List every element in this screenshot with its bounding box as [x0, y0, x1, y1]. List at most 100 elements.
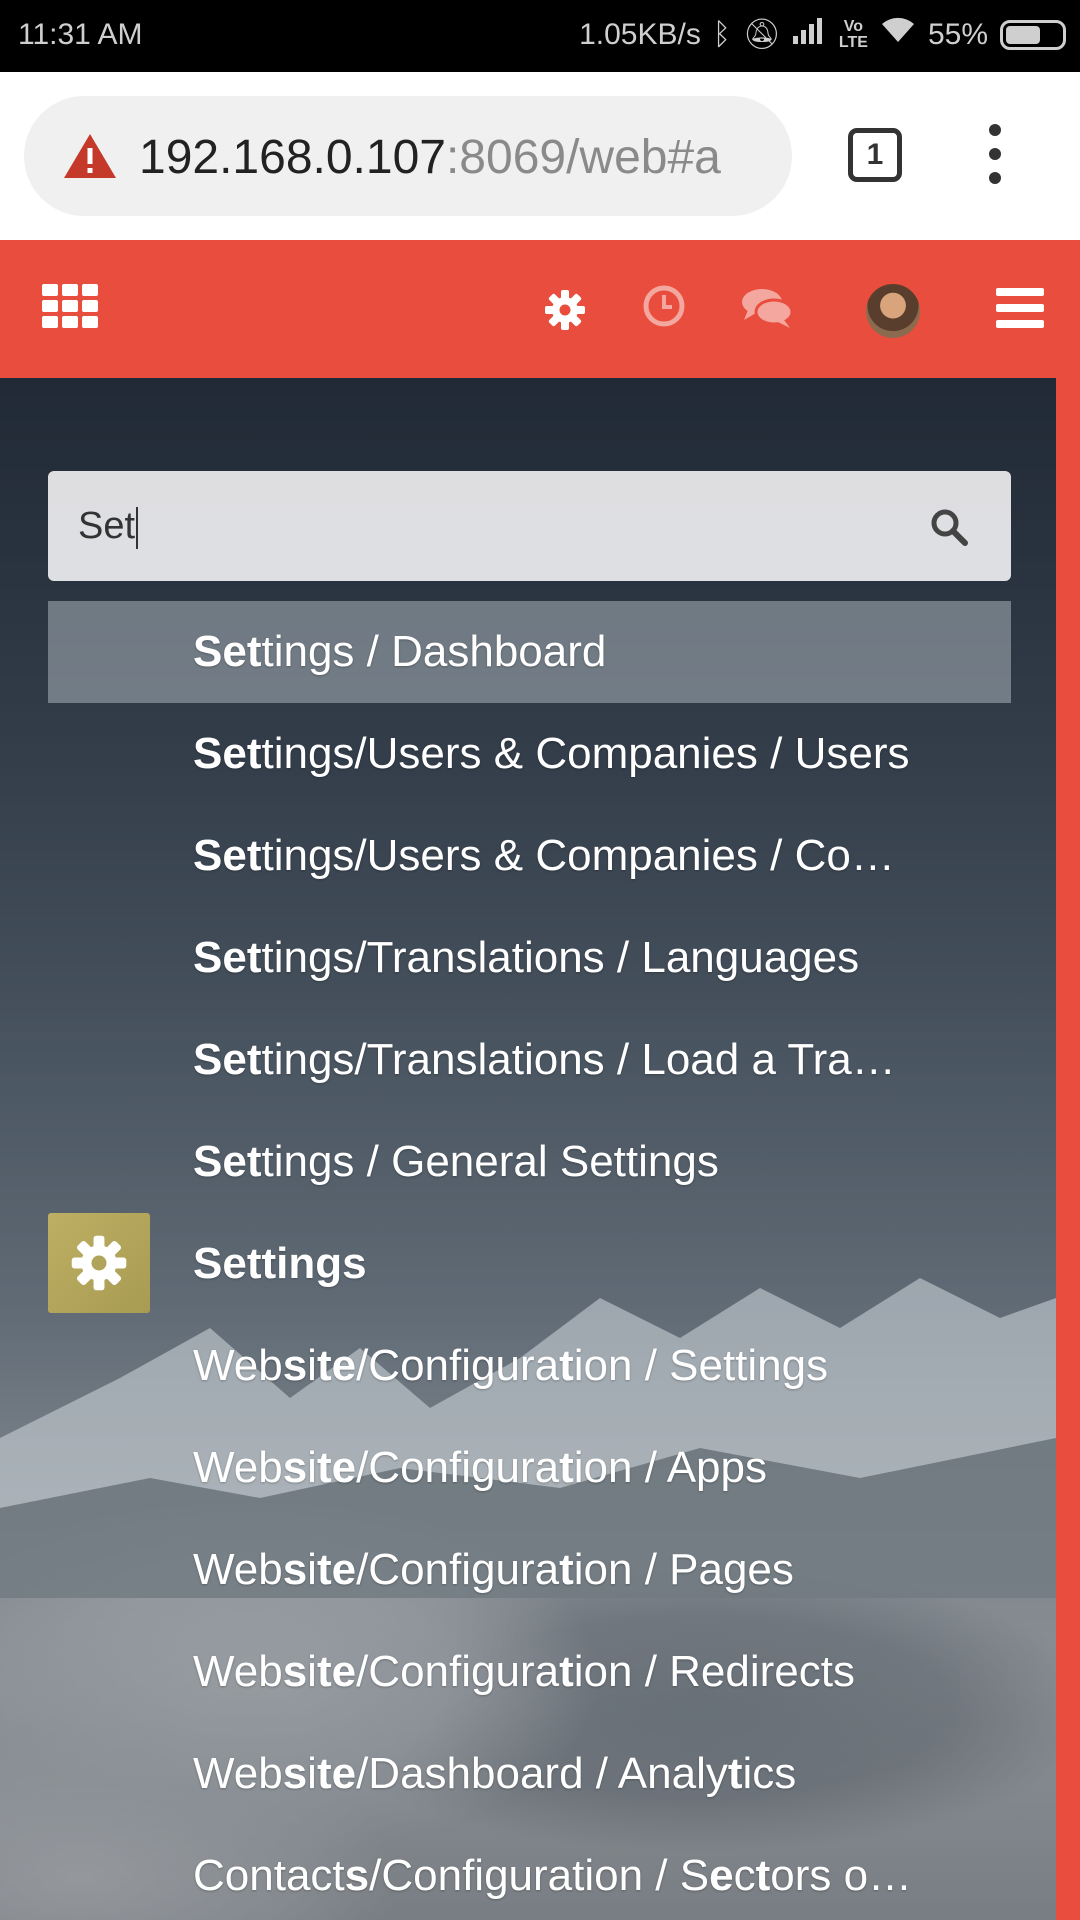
matched-text: Settings [193, 1239, 367, 1288]
matched-text: te [316, 1443, 357, 1492]
search-result-item[interactable]: Settings/Translations / Load a Tra… [48, 1009, 1011, 1111]
tab-switcher-button[interactable]: 1 [848, 128, 902, 182]
browser-toolbar: 192.168.0.107:8069/web#a 1 [0, 72, 1080, 240]
search-result-item[interactable]: Settings/Translations / Languages [48, 907, 1011, 1009]
app-menu-panel: Set Settings / Dashboard Settings/Users &… [0, 378, 1056, 1920]
label-text: /Dashboard / Analy [356, 1749, 728, 1798]
search-result-label: Website/Configuration / Apps [193, 1443, 767, 1493]
matched-text: t [559, 1443, 574, 1492]
matched-text: Set [193, 831, 262, 880]
label-text: i [307, 1545, 317, 1594]
search-result-label: Contacts/Configuration / Sectors o… [193, 1851, 912, 1901]
matched-text: e [709, 1851, 734, 1900]
warning-icon[interactable] [62, 132, 118, 180]
search-result-item[interactable]: Website/Configuration / Redirects [48, 1621, 1011, 1723]
menu-search-box[interactable]: Set [48, 471, 1011, 581]
hamburger-menu-icon[interactable] [996, 288, 1044, 328]
label-text: tings / Dashboard [261, 627, 607, 676]
matched-text: t [559, 1545, 574, 1594]
search-result-label: Website/Dashboard / Analytics [193, 1749, 796, 1799]
matched-text: s [282, 1341, 308, 1390]
matched-text: s [282, 1443, 308, 1492]
label-text: tings / General Settings [261, 1137, 719, 1186]
gear-icon [71, 1235, 127, 1291]
matched-text: s [282, 1647, 308, 1696]
search-result-label: Settings/Users & Companies / Co… [193, 831, 895, 881]
volte-icon: Vo LTE [838, 17, 868, 51]
mute-icon: 🔕︎ [742, 17, 781, 51]
more-menu-icon[interactable] [980, 124, 1010, 184]
label-text: /Configura [356, 1443, 560, 1492]
label-text: i [307, 1443, 317, 1492]
label-text: Web [193, 1341, 283, 1390]
search-result-label: Settings / General Settings [193, 1137, 719, 1187]
search-result-item[interactable]: Contacts/Configuration / Sectors o… [48, 1825, 1011, 1920]
label-text: ion / Settings [573, 1341, 829, 1390]
search-result-label: Settings [193, 1239, 367, 1289]
label-text: ics [742, 1749, 797, 1798]
label-text: tings/Users & Companies / Users [261, 729, 910, 778]
search-results-list: Settings / Dashboard Settings/Users & Com… [48, 601, 1011, 1920]
search-result-item[interactable]: Website/Configuration / Apps [48, 1417, 1011, 1519]
label-text: ion / Apps [573, 1443, 768, 1492]
label-text: i [307, 1647, 317, 1696]
matched-text: s [282, 1545, 308, 1594]
search-result-item[interactable]: Settings / General Settings [48, 1111, 1011, 1213]
matched-text: Set [193, 1137, 262, 1186]
settings-app-tile[interactable] [48, 1213, 150, 1313]
search-result-item[interactable]: Settings/Users & Companies / Co… [48, 805, 1011, 907]
matched-text: t [755, 1851, 771, 1900]
label-text: ors o… [770, 1851, 913, 1900]
search-result-item[interactable]: Settings [48, 1213, 1011, 1315]
url-host: 192.168.0.107 [139, 131, 446, 184]
apps-grid-icon[interactable] [42, 284, 98, 332]
label-text: ion / Pages [573, 1545, 794, 1594]
matched-text: s [344, 1851, 370, 1900]
search-result-label: Settings/Users & Companies / Users [193, 729, 909, 779]
address-bar[interactable]: 192.168.0.107:8069/web#a [24, 96, 792, 216]
search-result-item[interactable]: Website/Configuration / Settings [48, 1315, 1011, 1417]
url-text[interactable]: 192.168.0.107:8069/web#a [139, 130, 721, 185]
status-bar: 11:31 AM 1.05KB/s ᛒ 🔕︎ Vo LTE 55% [0, 0, 1080, 72]
battery-icon [1000, 19, 1066, 50]
label-text: c [733, 1851, 756, 1900]
search-result-label: Settings/Translations / Languages [193, 933, 859, 983]
label-text: Web [193, 1749, 283, 1798]
label-text: tings/Users & Companies / Co… [261, 831, 895, 880]
search-result-item[interactable]: Settings/Users & Companies / Users [48, 703, 1011, 805]
matched-text: Set [193, 627, 262, 676]
matched-text: Set [193, 1035, 262, 1084]
label-text: Web [193, 1647, 283, 1696]
label-text: Web [193, 1545, 283, 1594]
header-edge [1056, 378, 1080, 1920]
matched-text: t [559, 1647, 574, 1696]
search-icon[interactable] [929, 507, 969, 547]
search-result-label: Website/Configuration / Settings [193, 1341, 828, 1391]
search-result-item[interactable]: Website/Configuration / Pages [48, 1519, 1011, 1621]
matched-text: Set [193, 933, 262, 982]
search-result-label: Website/Configuration / Redirects [193, 1647, 855, 1697]
battery-percent: 55% [927, 17, 988, 51]
app-header [0, 240, 1080, 378]
matched-text: te [316, 1749, 357, 1798]
matched-text: t [727, 1749, 743, 1798]
label-text: Contact [193, 1851, 345, 1900]
activity-clock-icon[interactable] [642, 284, 686, 328]
label-text: /Configura [356, 1341, 560, 1390]
label-text: /Configura [356, 1647, 560, 1696]
label-text: i [307, 1749, 317, 1798]
matched-text: s [282, 1749, 308, 1798]
messaging-chat-icon[interactable] [740, 286, 794, 330]
search-result-label: Settings / Dashboard [193, 627, 606, 677]
label-text: tings/Translations / Load a Tra… [261, 1035, 896, 1084]
status-time: 11:31 AM [18, 18, 143, 51]
matched-text: Set [193, 729, 262, 778]
search-input[interactable]: Set [78, 505, 139, 549]
search-result-item[interactable]: Website/Dashboard / Analytics [48, 1723, 1011, 1825]
search-result-label: Website/Configuration / Pages [193, 1545, 794, 1595]
wifi-icon [880, 16, 916, 53]
debug-gear-icon[interactable] [543, 288, 587, 332]
url-path: :8069/web#a [445, 131, 721, 184]
search-result-item[interactable]: Settings / Dashboard [48, 601, 1011, 703]
user-avatar[interactable] [866, 284, 920, 338]
